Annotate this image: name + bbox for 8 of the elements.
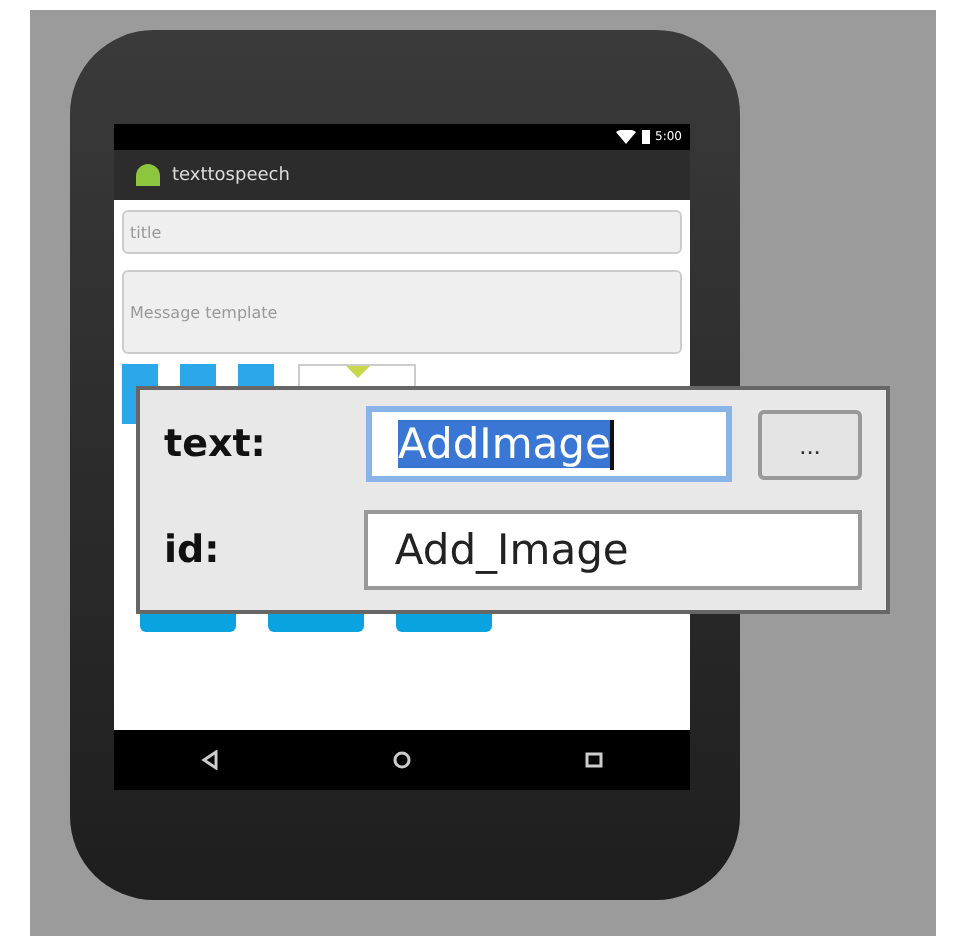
browse-button[interactable]: ...: [758, 409, 862, 479]
property-field[interactable]: Add_Image: [364, 510, 862, 590]
property-label: text:: [164, 422, 268, 466]
property-label: id:: [164, 528, 222, 572]
text-field[interactable]: Message template: [122, 270, 682, 354]
property-field[interactable]: AddImage: [366, 406, 732, 482]
app-title: texttospeech: [172, 165, 290, 185]
text-field[interactable]: title: [122, 210, 682, 254]
